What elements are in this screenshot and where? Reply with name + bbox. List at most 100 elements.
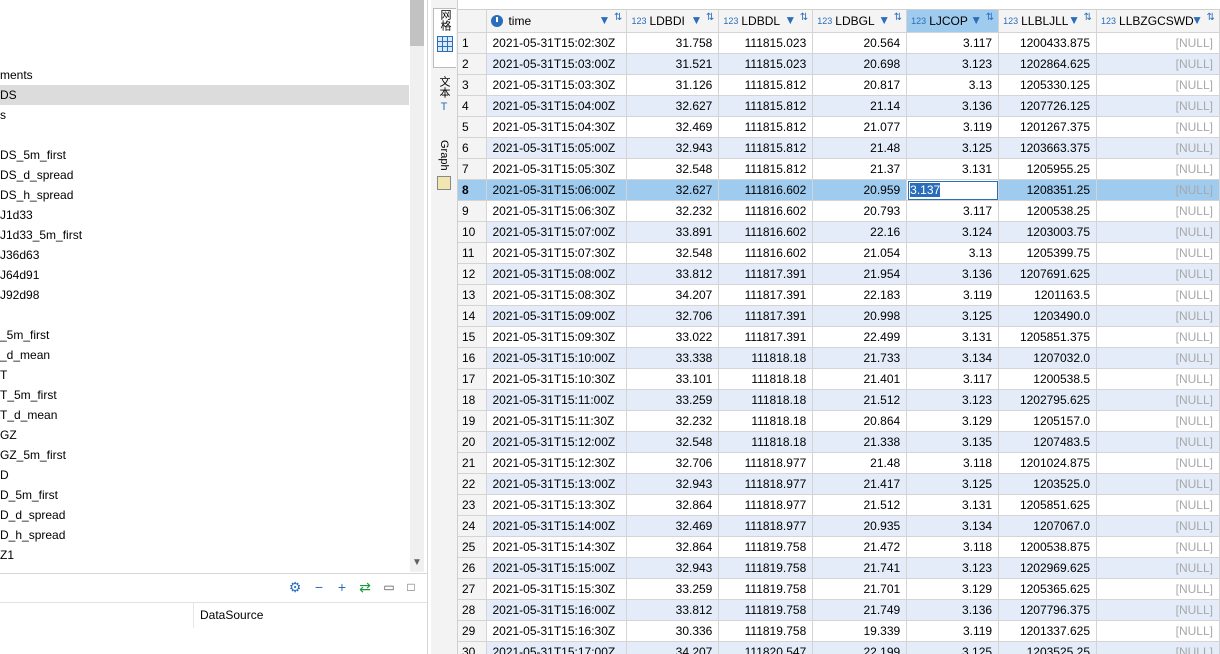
cell-value[interactable]: 3.125 <box>906 137 1000 159</box>
cell-value[interactable]: 32.706 <box>626 452 720 474</box>
cell-value[interactable]: 1201337.625 <box>998 620 1098 642</box>
row-number[interactable]: 5 <box>458 116 488 138</box>
cell-null[interactable]: [NULL] <box>1096 32 1220 54</box>
column-header-ljcop[interactable]: 123 LJCOP ▼ ⇅ <box>906 9 1000 33</box>
table-row[interactable]: 10 2021-05-31T15:07:00Z 33.891 111816.602 22… <box>458 221 1220 243</box>
table-row[interactable]: 8 2021-05-31T15:06:00Z 32.627 111816.602 20.… <box>458 179 1220 201</box>
cell-value[interactable]: 20.935 <box>812 515 908 537</box>
cell-value[interactable]: 21.48 <box>812 452 908 474</box>
cell-null[interactable]: [NULL] <box>1096 95 1220 117</box>
cell-value[interactable]: 1202969.625 <box>998 557 1098 579</box>
table-row[interactable]: 3 2021-05-31T15:03:30Z 31.126 111815.812 20.… <box>458 74 1220 96</box>
cell-null[interactable]: [NULL] <box>1096 431 1220 453</box>
row-number[interactable]: 6 <box>458 137 488 159</box>
cell-time[interactable]: 2021-05-31T15:07:30Z <box>486 242 628 264</box>
cell-value[interactable]: 20.793 <box>812 200 908 222</box>
cell-value[interactable]: 1205399.75 <box>998 242 1098 264</box>
cell-value[interactable]: 3.123 <box>906 389 1000 411</box>
row-number[interactable]: 20 <box>458 431 488 453</box>
cell-value[interactable]: 33.812 <box>626 599 720 621</box>
table-row[interactable]: 19 2021-05-31T15:11:30Z 32.232 111818.18 20.… <box>458 410 1220 432</box>
cell-null[interactable]: [NULL] <box>1096 158 1220 180</box>
table-row[interactable]: 1 2021-05-31T15:02:30Z 31.758 111815.023 20.… <box>458 32 1220 54</box>
cell-value[interactable]: 21.338 <box>812 431 908 453</box>
row-number[interactable]: 17 <box>458 368 488 390</box>
cell-value[interactable]: 20.564 <box>812 32 908 54</box>
cell-time[interactable]: 2021-05-31T15:14:30Z <box>486 536 628 558</box>
navigator-item[interactable]: T_5m_first <box>0 385 409 405</box>
cell-value[interactable]: 21.48 <box>812 137 908 159</box>
cell-value[interactable]: 111816.602 <box>718 242 814 264</box>
cell-value[interactable]: 1207067.0 <box>998 515 1098 537</box>
cell-value[interactable]: 3.131 <box>906 494 1000 516</box>
cell-value[interactable]: 1201163.5 <box>998 284 1098 306</box>
column-header-llbljll[interactable]: 123 LLBLJLL ▼ ⇅ <box>998 9 1098 33</box>
table-row[interactable]: 22 2021-05-31T15:13:00Z 32.943 111818.977 21… <box>458 473 1220 495</box>
cell-time[interactable]: 2021-05-31T15:16:30Z <box>486 620 628 642</box>
table-row[interactable]: 24 2021-05-31T15:14:00Z 32.469 111818.977 20… <box>458 515 1220 537</box>
cell-null[interactable]: [NULL] <box>1096 326 1220 348</box>
cell-value[interactable]: 32.943 <box>626 557 720 579</box>
navigator-item[interactable]: Z1 <box>0 545 409 565</box>
sort-icon[interactable]: ⇅ <box>706 12 714 23</box>
table-row[interactable]: 12 2021-05-31T15:08:00Z 33.812 111817.391 21… <box>458 263 1220 285</box>
cell-value[interactable]: 1200538.875 <box>998 536 1098 558</box>
cell-value[interactable]: 3.125 <box>906 641 1000 654</box>
cell-null[interactable]: [NULL] <box>1096 137 1220 159</box>
cell-null[interactable]: [NULL] <box>1096 221 1220 243</box>
table-row[interactable]: 20 2021-05-31T15:12:00Z 32.548 111818.18 21.… <box>458 431 1220 453</box>
table-row[interactable]: 2 2021-05-31T15:03:00Z 31.521 111815.023 20.… <box>458 53 1220 75</box>
cell-time[interactable]: 2021-05-31T15:06:30Z <box>486 200 628 222</box>
cell-value[interactable]: 3.118 <box>906 452 1000 474</box>
cell-value[interactable]: 1207691.625 <box>998 263 1098 285</box>
cell-time[interactable]: 2021-05-31T15:05:00Z <box>486 137 628 159</box>
cell-value[interactable]: 3.125 <box>906 305 1000 327</box>
cell-value[interactable]: 33.101 <box>626 368 720 390</box>
cell-value[interactable]: 111818.18 <box>718 431 814 453</box>
table-row[interactable]: 28 2021-05-31T15:16:00Z 33.812 111819.758 21… <box>458 599 1220 621</box>
cell-value[interactable]: 1207796.375 <box>998 599 1098 621</box>
column-header-ldbdl[interactable]: 123 LDBDL ▼ ⇅ <box>718 9 814 33</box>
table-row[interactable]: 17 2021-05-31T15:10:30Z 33.101 111818.18 21.… <box>458 368 1220 390</box>
cell-time[interactable]: 2021-05-31T15:14:00Z <box>486 515 628 537</box>
cell-value[interactable]: 111819.758 <box>718 620 814 642</box>
cell-value[interactable]: 21.401 <box>812 368 908 390</box>
cell-null[interactable]: [NULL] <box>1096 53 1220 75</box>
cell-value[interactable]: 33.338 <box>626 347 720 369</box>
row-number[interactable]: 10 <box>458 221 488 243</box>
sort-icon[interactable]: ⇅ <box>1084 12 1092 23</box>
cell-value[interactable]: 3.13 <box>906 74 1000 96</box>
table-row[interactable]: 21 2021-05-31T15:12:30Z 32.706 111818.977 21… <box>458 452 1220 474</box>
row-number[interactable]: 25 <box>458 536 488 558</box>
cell-value[interactable]: 21.077 <box>812 116 908 138</box>
cell-value[interactable]: 1203525.25 <box>998 641 1098 654</box>
navigator-item[interactable]: _d_mean <box>0 345 409 365</box>
cell-value[interactable]: 3.119 <box>906 116 1000 138</box>
expand-icon[interactable]: + <box>334 579 350 595</box>
row-number[interactable]: 19 <box>458 410 488 432</box>
cell-value[interactable]: 111816.602 <box>718 221 814 243</box>
navigator-item[interactable]: J1d33_5m_first <box>0 225 409 245</box>
cell-null[interactable]: [NULL] <box>1096 305 1220 327</box>
filter-icon[interactable]: ▼ <box>878 13 890 27</box>
tab-grid[interactable]: 网格 <box>433 8 456 68</box>
cell-time[interactable]: 2021-05-31T15:15:30Z <box>486 578 628 600</box>
cell-null[interactable]: [NULL] <box>1096 284 1220 306</box>
sort-icon[interactable]: ⇅ <box>800 12 808 23</box>
cell-value[interactable]: 20.959 <box>812 179 908 201</box>
cell-value[interactable]: 3.131 <box>906 158 1000 180</box>
cell-value[interactable]: 3.135 <box>906 431 1000 453</box>
cell-null[interactable]: [NULL] <box>1096 74 1220 96</box>
cell-time[interactable]: 2021-05-31T15:13:00Z <box>486 473 628 495</box>
cell-value[interactable]: 3.134 <box>906 347 1000 369</box>
cell-null[interactable]: [NULL] <box>1096 641 1220 654</box>
navigator-item[interactable]: J36d63 <box>0 245 409 265</box>
cell-value[interactable]: 34.207 <box>626 284 720 306</box>
cell-value[interactable]: 1205365.625 <box>998 578 1098 600</box>
cell-value[interactable]: 21.954 <box>812 263 908 285</box>
cell-value[interactable]: 32.548 <box>626 158 720 180</box>
cell-null[interactable]: [NULL] <box>1096 116 1220 138</box>
cell-time[interactable]: 2021-05-31T15:04:00Z <box>486 95 628 117</box>
cell-editor-value[interactable]: 3.137 <box>910 183 941 197</box>
filter-icon[interactable]: ▼ <box>1191 13 1203 27</box>
